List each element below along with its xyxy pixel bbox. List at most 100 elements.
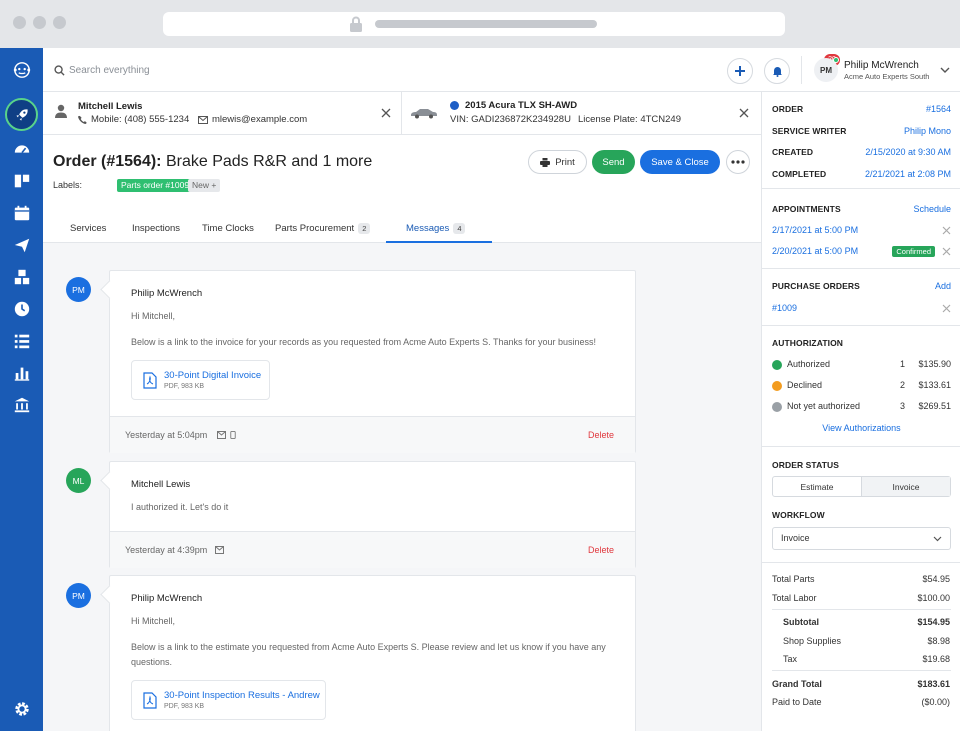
message-timestamp: Yesterday at 5:04pm	[125, 430, 208, 440]
user-name[interactable]: Philip McWrench	[844, 60, 919, 71]
remove-vehicle-close-icon[interactable]	[739, 108, 749, 118]
calendar-icon[interactable]	[0, 201, 43, 225]
address-placeholder-bar	[375, 20, 597, 28]
tab-services[interactable]: Services	[70, 223, 106, 234]
reports-bar-chart-icon[interactable]	[0, 361, 43, 385]
view-authorizations-link[interactable]: View Authorizations	[762, 423, 960, 433]
window-maximize-dot[interactable]	[53, 16, 66, 29]
message-greeting: Hi Mitchell,	[131, 616, 176, 626]
add-purchase-order-link[interactable]: Add	[935, 281, 951, 291]
service-writer-label: SERVICE WRITER	[772, 126, 847, 136]
tab-count-badge: 2	[358, 223, 371, 234]
status-invoice-option[interactable]: Invoice	[861, 477, 950, 496]
lock-icon	[350, 16, 362, 32]
attachment-name[interactable]: 30-Point Digital Invoice	[164, 370, 261, 381]
purchase-orders-section: PURCHASE ORDERS Add #1009	[762, 269, 960, 326]
inventory-boxes-icon[interactable]	[0, 265, 43, 289]
remove-po-close-icon[interactable]	[942, 304, 951, 313]
grand-total-value: $183.61	[917, 679, 950, 689]
message-footer: Yesterday at 5:04pm Delete	[110, 416, 635, 453]
chevron-down-icon[interactable]	[940, 66, 950, 74]
completed-value[interactable]: 2/21/2021 at 2:08 PM	[865, 169, 951, 179]
vehicle-vin: VIN: GADI236872K234928U	[450, 114, 571, 125]
pdf-file-icon	[143, 372, 157, 389]
customer-name[interactable]: Mitchell Lewis	[78, 101, 142, 112]
tax-label: Tax	[783, 654, 798, 664]
status-estimate-option[interactable]: Estimate	[773, 477, 861, 496]
chevron-down-icon	[933, 536, 942, 542]
order-details-panel: ORDER #1564 SERVICE WRITER Philip Mono C…	[761, 92, 960, 731]
left-nav	[0, 48, 43, 731]
attachment-link[interactable]: 30-Point Digital Invoice PDF, 983 KB	[131, 360, 270, 400]
tab-messages[interactable]: Messages 4	[406, 223, 466, 234]
address-bar[interactable]	[163, 12, 785, 36]
declined-label: Declined	[787, 380, 823, 390]
attachment-link[interactable]: 30-Point Inspection Results - Andrew PDF…	[131, 680, 326, 720]
order-status-toggle: Estimate Invoice	[772, 476, 951, 497]
remove-customer-close-icon[interactable]	[381, 108, 391, 118]
appointments-section: APPOINTMENTS Schedule 2/17/2021 at 5:00 …	[762, 189, 960, 269]
order-label: ORDER	[772, 104, 804, 114]
customer-phone[interactable]: Mobile: (408) 555-1234	[91, 114, 189, 125]
send-plane-icon[interactable]	[0, 233, 43, 257]
search-input[interactable]	[69, 61, 369, 79]
remove-appointment-close-icon[interactable]	[942, 226, 951, 235]
save-close-button[interactable]: Save & Close	[640, 150, 720, 174]
customer-email[interactable]: mlewis@example.com	[212, 114, 307, 125]
message-sender: Philip McWrench	[131, 593, 203, 604]
message-card: Philip McWrench Hi Mitchell, Below is a …	[109, 270, 636, 453]
message-footer: Yesterday at 4:39pm Delete	[110, 531, 635, 568]
tab-inspections[interactable]: Inspections	[132, 223, 180, 234]
app-logo-icon[interactable]	[0, 58, 43, 82]
vehicle-name[interactable]: 2015 Acura TLX SH-AWD	[465, 100, 577, 111]
declined-x-circle-icon	[772, 381, 782, 391]
clock-icon[interactable]	[0, 297, 43, 321]
delete-message-button[interactable]: Delete	[588, 430, 614, 440]
print-button[interactable]: Print	[528, 150, 587, 174]
rocket-icon[interactable]	[5, 98, 38, 131]
pending-circle-icon	[772, 402, 782, 412]
bell-icon	[772, 67, 782, 77]
notifications-button[interactable]	[764, 58, 790, 84]
paid-to-date-label: Paid to Date	[772, 697, 822, 707]
new-label-button[interactable]: New +	[188, 179, 221, 192]
declined-amount: $133.61	[918, 380, 951, 390]
remove-appointment-close-icon[interactable]	[942, 247, 951, 256]
order-number[interactable]: #1564	[926, 104, 951, 114]
bank-icon[interactable]	[0, 393, 43, 417]
delete-message-button[interactable]: Delete	[588, 545, 614, 555]
attachment-name[interactable]: 30-Point Inspection Results - Andrew	[164, 690, 320, 701]
dashboard-gauge-icon[interactable]	[0, 137, 43, 161]
created-value[interactable]: 2/15/2020 at 9:30 AM	[865, 147, 951, 157]
created-label: CREATED	[772, 147, 814, 157]
message-timestamp: Yesterday at 4:39pm	[125, 545, 208, 555]
tab-time-clocks[interactable]: Time Clocks	[202, 223, 254, 234]
appointment-date[interactable]: 2/20/2021 at 5:00 PM	[772, 246, 858, 256]
purchase-order-link[interactable]: #1009	[772, 303, 797, 313]
message-body: I authorized it. Let's do it	[131, 502, 229, 512]
browser-chrome	[0, 0, 960, 48]
window-close-dot[interactable]	[13, 16, 26, 29]
service-writer-value[interactable]: Philip Mono	[904, 126, 951, 136]
appointment-date[interactable]: 2/17/2021 at 5:00 PM	[772, 225, 858, 235]
more-options-button[interactable]	[726, 150, 750, 174]
authorization-section: AUTHORIZATION Authorized 1 $135.90 Decli…	[762, 326, 960, 447]
subtotal-divider	[772, 609, 951, 610]
totals-divider	[762, 562, 960, 563]
settings-gear-icon[interactable]	[0, 697, 43, 721]
total-parts-value: $54.95	[922, 574, 950, 584]
send-button[interactable]: Send	[592, 150, 635, 174]
shop-supplies-value: $8.98	[927, 636, 950, 646]
window-minimize-dot[interactable]	[33, 16, 46, 29]
list-icon[interactable]	[0, 329, 43, 353]
message-sender: Philip McWrench	[131, 288, 203, 299]
schedule-link[interactable]: Schedule	[913, 204, 951, 214]
more-dots-icon	[731, 160, 745, 164]
vehicle-color-dot	[450, 101, 459, 110]
workflow-select[interactable]: Invoice	[772, 527, 951, 550]
tab-parts-procurement[interactable]: Parts Procurement 2	[275, 223, 371, 234]
board-icon[interactable]	[0, 169, 43, 193]
add-button[interactable]	[727, 58, 753, 84]
customer-vehicle-bar: Mitchell Lewis Mobile: (408) 555-1234 ml…	[43, 92, 761, 135]
authorized-label: Authorized	[787, 359, 831, 369]
